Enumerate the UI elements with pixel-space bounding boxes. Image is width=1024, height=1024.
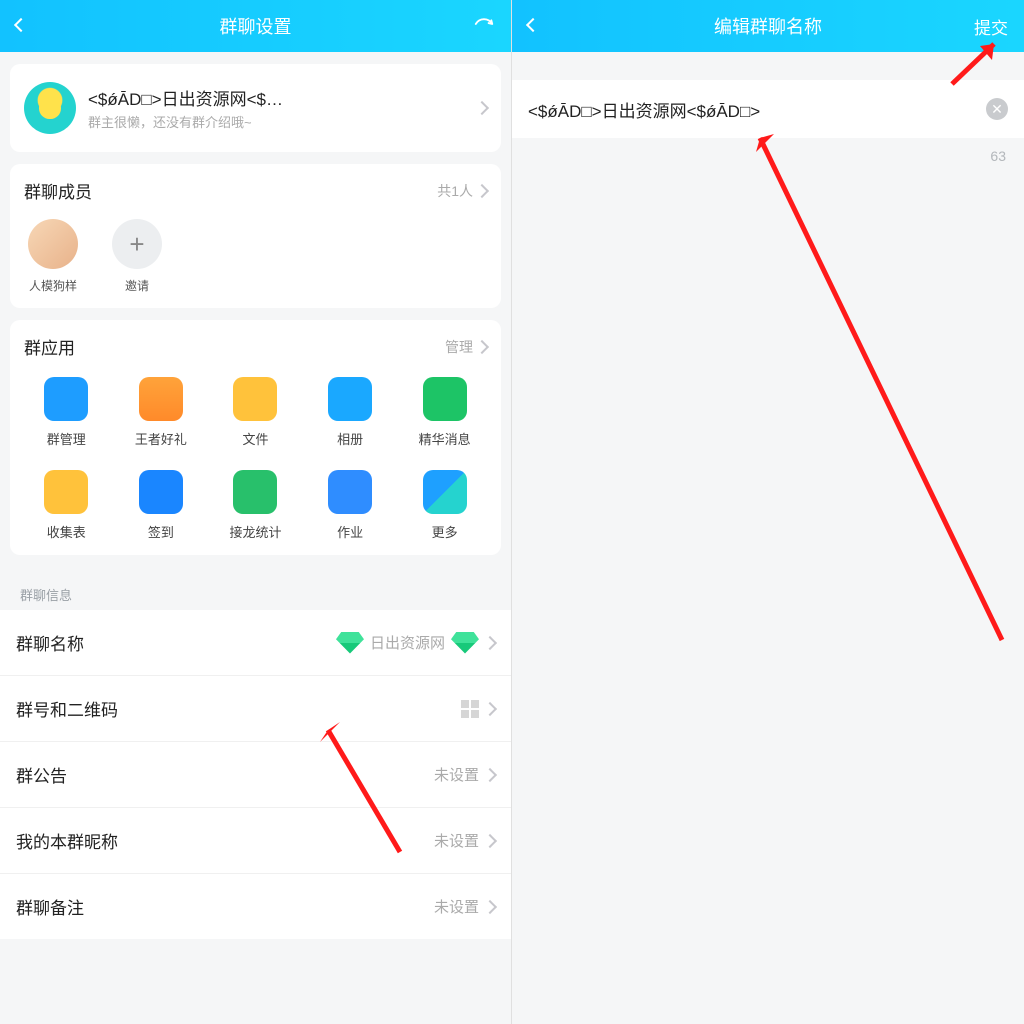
app-item[interactable]: 作业	[308, 470, 393, 541]
remark-value: 未设置	[434, 896, 479, 917]
members-count: 共1人	[437, 181, 473, 201]
app-icon	[328, 470, 372, 514]
right-title: 编辑群聊名称	[512, 13, 1024, 39]
app-item[interactable]: 群管理	[24, 377, 109, 448]
app-icon	[328, 377, 372, 421]
app-item[interactable]: 收集表	[24, 470, 109, 541]
app-icon	[139, 470, 183, 514]
group-name: <$ǿĀD□>日出资源网<$…	[88, 85, 465, 110]
qr-icon	[461, 700, 479, 718]
chevron-left-icon	[14, 18, 28, 32]
app-label: 相册	[337, 429, 363, 448]
app-label: 精华消息	[419, 429, 471, 448]
app-label: 接龙统计	[229, 522, 281, 541]
chevron-right-icon	[475, 183, 489, 197]
group-header-row[interactable]: <$ǿĀD□>日出资源网<$… 群主很懒，还没有群介绍哦~	[10, 64, 501, 152]
settings-pane: 群聊设置 <$ǿĀD□>日出资源网<$… 群主很懒，还没有群介绍哦~ 群聊成员 …	[0, 0, 512, 1024]
chat-name-label: 群聊名称	[16, 630, 84, 655]
app-item[interactable]: 签到	[119, 470, 204, 541]
group-name-input[interactable]	[528, 99, 986, 119]
app-icon	[423, 470, 467, 514]
chevron-right-icon	[475, 101, 489, 115]
app-label: 王者好礼	[135, 429, 187, 448]
row-my-nick[interactable]: 我的本群昵称 未设置	[0, 808, 511, 874]
notice-value: 未设置	[434, 764, 479, 785]
chevron-right-icon	[483, 767, 497, 781]
invite-button[interactable]: + 邀请	[108, 219, 166, 294]
members-header-row[interactable]: 群聊成员 共1人	[24, 178, 487, 203]
app-label: 更多	[432, 522, 458, 541]
submit-button[interactable]: 提交	[974, 14, 1008, 39]
member-name: 人模狗样	[29, 277, 77, 294]
app-item[interactable]: 相册	[308, 377, 393, 448]
apps-title: 群应用	[24, 334, 75, 359]
lightbulb-icon	[39, 97, 61, 119]
row-chat-name[interactable]: 群聊名称 日出资源网	[0, 610, 511, 676]
app-item[interactable]: 更多	[402, 470, 487, 541]
remark-label: 群聊备注	[16, 894, 84, 919]
apps-grid: 群管理 王者好礼 文件 相册 精华消息收集表 签到 接龙统计 作业 更多	[24, 377, 487, 541]
right-header: 编辑群聊名称 提交	[512, 0, 1024, 52]
apps-card: 群应用 管理 群管理 王者好礼 文件 相册 精华消息收集表 签到 接龙统计 作业 更多	[10, 320, 501, 555]
char-count: 63	[512, 138, 1024, 174]
chevron-left-icon	[526, 18, 540, 32]
members-row: 人模狗样 + 邀请	[24, 219, 487, 294]
section-group-info: 群聊信息	[0, 567, 511, 610]
plus-icon: +	[112, 219, 162, 269]
edit-name-pane: 编辑群聊名称 提交 ✕ 63	[512, 0, 1024, 1024]
qr-label: 群号和二维码	[16, 696, 118, 721]
diamond-icon	[336, 632, 364, 654]
avatar	[28, 219, 78, 269]
row-notice[interactable]: 群公告 未设置	[0, 742, 511, 808]
chevron-right-icon	[483, 899, 497, 913]
back-button[interactable]	[528, 17, 538, 35]
app-label: 群管理	[47, 429, 86, 448]
clear-button[interactable]: ✕	[986, 98, 1008, 120]
apps-manage: 管理	[445, 337, 473, 357]
group-avatar	[24, 82, 76, 134]
left-header: 群聊设置	[0, 0, 511, 52]
app-icon	[44, 377, 88, 421]
app-icon	[139, 377, 183, 421]
diamond-icon	[451, 632, 479, 654]
app-icon	[423, 377, 467, 421]
chevron-right-icon	[475, 339, 489, 353]
share-icon	[473, 13, 495, 35]
invite-label: 邀请	[125, 277, 149, 294]
app-label: 收集表	[47, 522, 86, 541]
app-icon	[44, 470, 88, 514]
annotation-arrow	[742, 120, 1022, 665]
apps-header-row[interactable]: 群应用 管理	[24, 334, 487, 359]
app-item[interactable]: 文件	[213, 377, 298, 448]
share-button[interactable]	[473, 13, 495, 40]
app-icon	[233, 377, 277, 421]
my-nick-value: 未设置	[434, 830, 479, 851]
app-item[interactable]: 精华消息	[402, 377, 487, 448]
chevron-right-icon	[483, 635, 497, 649]
members-card: 群聊成员 共1人 人模狗样 + 邀请	[10, 164, 501, 308]
left-title: 群聊设置	[0, 13, 511, 39]
app-item[interactable]: 接龙统计	[213, 470, 298, 541]
chat-name-value: 日出资源网	[370, 632, 445, 653]
app-icon	[233, 470, 277, 514]
settings-list: 群聊名称 日出资源网 群号和二维码 群公告 未设置 我的本群昵称 未设置	[0, 610, 511, 939]
app-label: 文件	[242, 429, 268, 448]
member-item[interactable]: 人模狗样	[24, 219, 82, 294]
app-label: 签到	[148, 522, 174, 541]
group-sub: 群主很懒，还没有群介绍哦~	[88, 112, 465, 131]
close-icon: ✕	[991, 101, 1003, 118]
app-item[interactable]: 王者好礼	[119, 377, 204, 448]
row-remark[interactable]: 群聊备注 未设置	[0, 874, 511, 939]
my-nick-label: 我的本群昵称	[16, 828, 118, 853]
app-label: 作业	[337, 522, 363, 541]
chevron-right-icon	[483, 701, 497, 715]
members-title: 群聊成员	[24, 178, 92, 203]
row-qr[interactable]: 群号和二维码	[0, 676, 511, 742]
notice-label: 群公告	[16, 762, 67, 787]
back-button[interactable]	[16, 17, 26, 35]
chevron-right-icon	[483, 833, 497, 847]
name-input-row: ✕	[512, 80, 1024, 138]
